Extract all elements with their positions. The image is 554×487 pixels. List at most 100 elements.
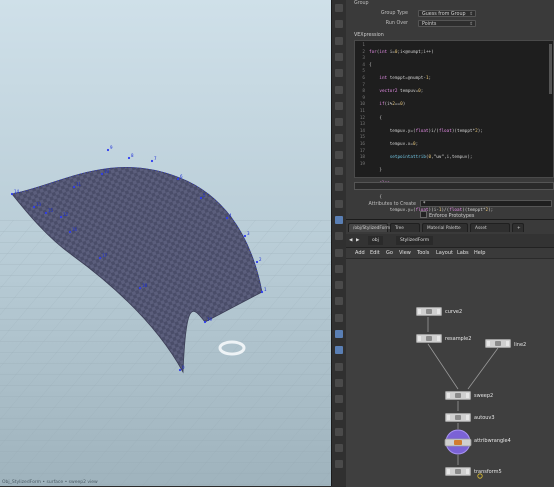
curve-point bbox=[203, 320, 207, 324]
ghost-icon[interactable] bbox=[335, 346, 343, 355]
run-over-label: Run Over bbox=[385, 21, 408, 26]
pane-tabs: /obj/StylizedForm Tree View Material Pal… bbox=[346, 223, 554, 240]
point-number: 19 bbox=[207, 317, 213, 322]
line-number: 6 bbox=[362, 75, 365, 81]
light-icon[interactable] bbox=[335, 167, 343, 175]
lock-icon[interactable] bbox=[335, 20, 343, 29]
curve-point bbox=[98, 256, 102, 260]
forward-icon[interactable]: ▶ bbox=[356, 236, 359, 245]
lasso-icon[interactable] bbox=[335, 101, 343, 110]
curve-point bbox=[10, 192, 14, 196]
point-icon[interactable] bbox=[335, 264, 343, 273]
curve-point bbox=[176, 177, 180, 181]
curve-point bbox=[44, 211, 48, 215]
face-icon[interactable] bbox=[335, 297, 343, 306]
node-resample2[interactable] bbox=[416, 334, 442, 343]
checkbox-icon[interactable] bbox=[420, 211, 427, 218]
line-number: 16 bbox=[359, 141, 365, 147]
select-icon[interactable] bbox=[335, 4, 343, 12]
camera-icon[interactable] bbox=[335, 183, 343, 192]
network-menubar: Add Edit Go View Tools Layout Labs Help bbox=[346, 248, 554, 259]
point-number: 12 bbox=[63, 212, 69, 217]
menu-edit[interactable]: Edit bbox=[370, 250, 380, 256]
attributes-input[interactable]: * bbox=[420, 200, 552, 207]
info-icon[interactable] bbox=[335, 411, 343, 420]
node-label-attribwrangle4: attribwrangle4 bbox=[474, 438, 511, 444]
display-icon[interactable] bbox=[335, 118, 343, 127]
line-number: 15 bbox=[359, 135, 365, 141]
vex-code-editor[interactable]: 1 2 3 4 5 6 7 8 9 10 11 12 13 14 15 16 17 18 19 for(int i=… bbox=[354, 40, 554, 292]
run-over-dropdown[interactable]: Points bbox=[418, 20, 476, 28]
back-icon[interactable]: ◀ bbox=[349, 236, 352, 245]
point-number: 16 bbox=[72, 227, 78, 232]
node-label-autouv3: autouv3 bbox=[474, 415, 495, 421]
tab-asset-browser[interactable]: Asset Browser bbox=[470, 223, 510, 240]
enforce-prototypes-toggle[interactable]: Enforce Prototypes bbox=[420, 211, 474, 219]
curve-point bbox=[72, 185, 76, 189]
object-icon[interactable] bbox=[335, 313, 343, 322]
menu-help[interactable]: Help bbox=[474, 250, 485, 256]
node-autouv3[interactable] bbox=[445, 413, 471, 422]
point-number: 6 bbox=[180, 174, 183, 179]
curve-point bbox=[32, 205, 36, 209]
menu-tools[interactable]: Tools bbox=[417, 250, 429, 256]
menu-labs[interactable]: Labs bbox=[457, 250, 469, 256]
grid-icon[interactable] bbox=[335, 199, 343, 208]
curve-point bbox=[178, 368, 182, 372]
group-label: Group bbox=[354, 1, 369, 6]
node-label-resample2: resample2 bbox=[445, 336, 472, 342]
point-number: 8 bbox=[131, 153, 134, 158]
measure-icon[interactable] bbox=[335, 248, 343, 257]
template-icon[interactable] bbox=[335, 362, 343, 371]
frame-icon[interactable] bbox=[335, 460, 343, 469]
wire-icon[interactable] bbox=[335, 134, 343, 143]
snap-icon[interactable] bbox=[335, 85, 343, 94]
curve-point bbox=[100, 172, 104, 176]
pose-icon[interactable] bbox=[335, 36, 343, 45]
node-sweep2[interactable] bbox=[445, 391, 471, 400]
handle-icon[interactable] bbox=[335, 52, 343, 61]
layout-icon[interactable] bbox=[335, 232, 343, 241]
network-editor[interactable]: curve2 resample2 line2 sweep2 autouv3 at… bbox=[346, 259, 554, 487]
line-number: 18 bbox=[359, 155, 365, 161]
menu-add[interactable]: Add bbox=[355, 250, 365, 256]
path-obj[interactable]: obj bbox=[368, 236, 383, 245]
home-icon[interactable] bbox=[335, 444, 343, 453]
edge-icon[interactable] bbox=[335, 281, 343, 290]
network-pane: /obj/StylizedForm Tree View Material Pal… bbox=[346, 219, 554, 487]
viewport[interactable]: 14 13 12 11 10 9 8 7 6 5 4 3 2 1 0 19 18 17 16 15 Obj_Styli… bbox=[0, 0, 331, 486]
point-number: 15 bbox=[48, 208, 54, 213]
link-icon[interactable] bbox=[335, 395, 343, 404]
point-number: 13 bbox=[36, 202, 42, 207]
node-label-line2: line2 bbox=[514, 342, 527, 348]
group-type-dropdown[interactable]: Guess from Group bbox=[418, 10, 476, 18]
settings-icon[interactable] bbox=[335, 427, 343, 436]
line-number: 1 bbox=[362, 43, 365, 48]
add-tab-button[interactable]: + bbox=[512, 223, 524, 232]
group-icon[interactable] bbox=[335, 330, 343, 338]
node-transform5[interactable] bbox=[445, 467, 471, 476]
shade-icon[interactable] bbox=[335, 150, 343, 159]
menu-view[interactable]: View bbox=[399, 250, 411, 256]
group-type-label: Group Type bbox=[380, 11, 408, 16]
color-icon[interactable] bbox=[335, 378, 343, 387]
code-input-bar[interactable] bbox=[354, 182, 554, 190]
line-number: 13 bbox=[359, 122, 365, 128]
curve-point bbox=[225, 216, 229, 220]
code-scrollbar[interactable] bbox=[549, 44, 552, 94]
tab-obj-stylizedform[interactable]: /obj/StylizedForm bbox=[348, 223, 390, 232]
path-node[interactable]: StylizedForm bbox=[396, 236, 434, 245]
node-label-sweep2: sweep2 bbox=[474, 393, 494, 399]
menu-layout[interactable]: Layout bbox=[436, 250, 453, 256]
node-line2[interactable] bbox=[485, 339, 511, 348]
point-number: 14 bbox=[14, 189, 20, 194]
ref-icon[interactable] bbox=[335, 215, 343, 224]
point-number: 10 bbox=[104, 169, 110, 174]
viewport-scene[interactable]: 141312111098765432101918171615 bbox=[0, 0, 331, 486]
tab-material-palette[interactable]: Material Palette bbox=[422, 223, 468, 232]
menu-go[interactable]: Go bbox=[386, 250, 393, 256]
point-number: 9 bbox=[110, 145, 113, 150]
view-icon[interactable] bbox=[335, 69, 343, 78]
tab-tree-view[interactable]: Tree View bbox=[390, 223, 420, 240]
node-curve2[interactable] bbox=[416, 307, 442, 316]
